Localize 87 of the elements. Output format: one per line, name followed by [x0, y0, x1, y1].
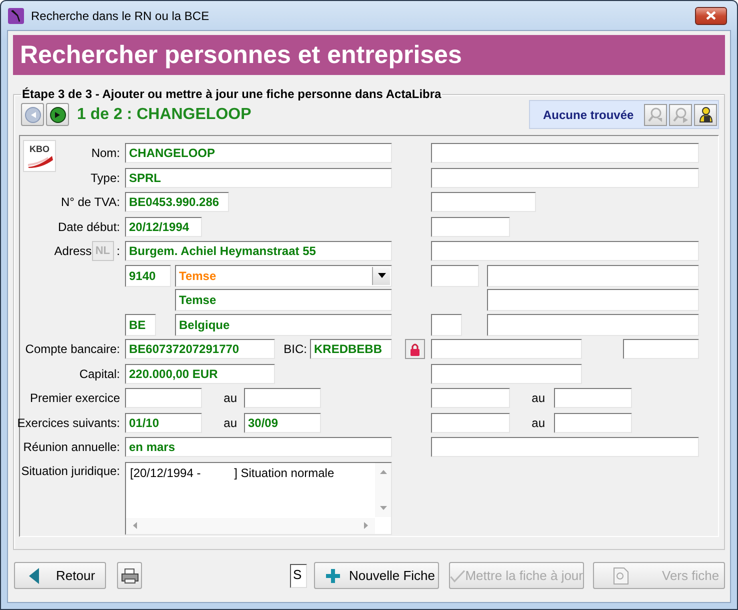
lock-button[interactable] [405, 339, 425, 359]
input-field[interactable]: BE0453.990.286 [125, 192, 229, 212]
status-text: Aucune trouvée [543, 108, 634, 122]
person-lock-icon [696, 106, 714, 124]
input-field[interactable] [431, 241, 699, 261]
field-label: au [222, 391, 238, 405]
input-field[interactable]: BE60737207291770 [125, 339, 275, 359]
padlock-icon [410, 342, 420, 356]
input-field[interactable] [487, 314, 699, 336]
input-field[interactable] [431, 143, 699, 163]
input-field[interactable] [554, 388, 632, 408]
magnifier-icon [672, 106, 690, 124]
window-title: Recherche dans le RN ou la BCE [31, 8, 210, 22]
field-label: Exercices suivants: [17, 416, 120, 430]
printer-icon [120, 568, 138, 584]
field-label: N° de TVA: [60, 195, 120, 209]
input-field[interactable] [431, 314, 462, 336]
tool-button[interactable] [694, 104, 717, 126]
close-icon [706, 11, 716, 20]
text-area-content: [20/12/1994 - ] Situation normale [129, 464, 334, 480]
field-label: Réunion annuelle: [23, 440, 120, 454]
field-label: Premier exercice [30, 391, 120, 405]
input-field[interactable] [125, 388, 202, 408]
field-label: Type: [90, 170, 120, 184]
input-field[interactable] [554, 412, 632, 432]
input-field[interactable]: 9140 [125, 264, 171, 286]
left-arrow-icon [133, 522, 137, 529]
input-field[interactable]: 220.000,00 EUR [125, 364, 275, 384]
right-arrow-icon [364, 522, 368, 529]
input-field[interactable] [623, 339, 699, 359]
input-field[interactable]: Temse [175, 289, 392, 311]
left-triangle-icon [29, 568, 39, 584]
input-field[interactable]: Belgique [175, 314, 392, 336]
input-field[interactable] [431, 339, 582, 359]
input-field[interactable]: Burgem. Achiel Heymanstraat 55 [125, 241, 392, 261]
input-field[interactable] [431, 192, 536, 212]
input-field[interactable]: BE [125, 314, 156, 336]
caret-icon [378, 273, 386, 278]
input-field[interactable]: 20/12/1994 [125, 216, 202, 236]
checkmark-icon [450, 568, 466, 584]
field-label: au [222, 416, 238, 430]
input-field[interactable] [431, 364, 582, 384]
field-label: Compte bancaire: [25, 342, 120, 356]
input-field[interactable] [244, 388, 321, 408]
input-field[interactable]: CHANGELOOP [125, 143, 392, 163]
field-label: Nom: [91, 146, 120, 160]
field-label: au [530, 416, 546, 430]
next-button[interactable] [46, 103, 69, 126]
vertical-scrollbar[interactable] [375, 462, 391, 516]
horizontal-scrollbar[interactable] [126, 518, 375, 534]
up-arrow-icon [380, 470, 386, 474]
field-label: Capital: [79, 366, 120, 380]
input-field[interactable] [431, 437, 699, 457]
field-label: au [530, 391, 546, 405]
record-title: 1 de 2 : CHANGELOOP [77, 106, 252, 124]
close-button[interactable] [695, 6, 727, 24]
text-area[interactable]: [20/12/1994 - ] Situation normale [125, 462, 392, 534]
field-label: : [116, 244, 120, 258]
document-icon [612, 566, 630, 584]
input-field[interactable]: S [290, 564, 307, 588]
input-field[interactable]: en mars [125, 437, 392, 457]
input-field[interactable]: 01/10 [125, 412, 202, 432]
input-field[interactable] [431, 216, 510, 236]
dropdown-button[interactable] [372, 266, 390, 284]
input-field[interactable]: SPRL [125, 168, 392, 188]
input-field[interactable] [431, 412, 510, 432]
app-icon [8, 8, 24, 24]
plus-icon [326, 568, 340, 582]
input-field[interactable] [431, 264, 479, 286]
field-label: Situation juridique: [21, 464, 120, 478]
group-title: Étape 3 de 3 - Ajouter ou mettre à jour une fiche personne dans ActaLibra [21, 87, 442, 101]
new-button[interactable]: Nouvelle Fiche [314, 562, 439, 589]
magnifier-icon [646, 106, 664, 124]
input-field[interactable]: KREDBEBB [310, 339, 392, 359]
input-field[interactable] [431, 388, 510, 408]
print-button[interactable] [117, 562, 142, 589]
input-field[interactable]: 30/09 [244, 412, 321, 432]
input-field[interactable] [487, 264, 699, 286]
field-label: BIC: [282, 342, 307, 356]
down-arrow-icon [380, 506, 386, 510]
input-field[interactable] [431, 168, 699, 188]
input-field[interactable] [487, 289, 699, 311]
logo-badge: KBO [23, 140, 56, 172]
header-banner: Rechercher personnes et entreprises [13, 35, 725, 75]
back-button[interactable]: Retour [14, 562, 106, 589]
field-label: Adress [54, 244, 92, 258]
field-label: Date début: [58, 220, 120, 234]
